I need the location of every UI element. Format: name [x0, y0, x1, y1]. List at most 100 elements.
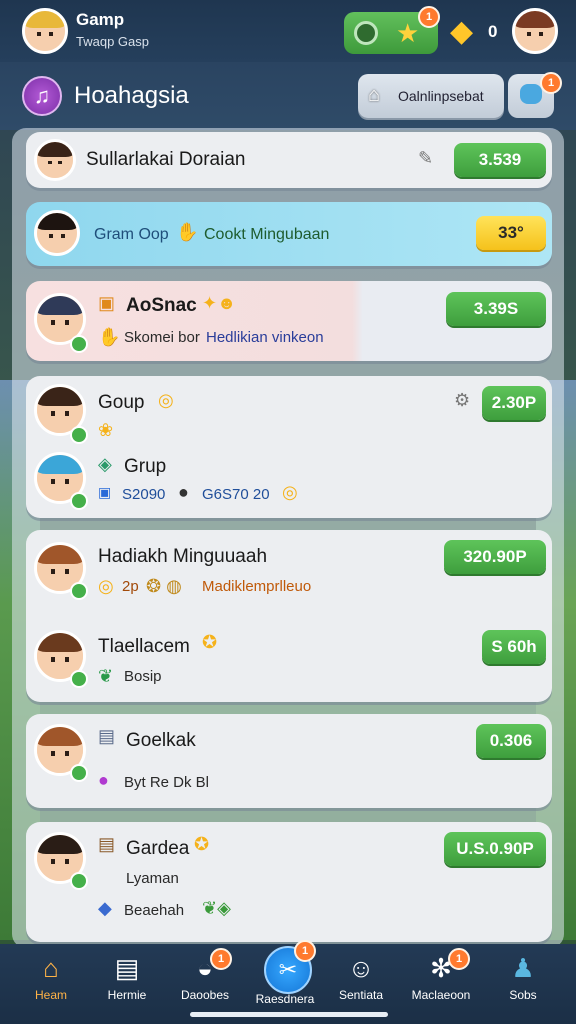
price-value: 0.306 — [489, 731, 533, 750]
settings-icon: ⚙ — [454, 390, 471, 410]
nav-label: Maclaeoon — [411, 988, 471, 1002]
ticket-icon: ◈ — [98, 454, 112, 474]
price-value: 3.39S — [473, 299, 519, 318]
verified-icon — [70, 426, 88, 444]
house-icon: ⌂ — [368, 84, 381, 106]
nav-badge: 1 — [448, 948, 470, 970]
price-value: S 60h — [491, 637, 537, 656]
chart-icon: ▣ — [98, 484, 112, 500]
sparkle-icon: ✦☻ — [202, 293, 237, 313]
list-item-group[interactable]: Goup ◎ ❀ ⚙ 2.30P ◈ Grup ▣ S2090 ● G6S70 … — [26, 376, 552, 518]
price-value: 2.30P — [491, 393, 537, 412]
tools-icon: ✂ — [278, 957, 298, 982]
member-avatar — [34, 210, 80, 256]
price-button[interactable]: 2.30P — [482, 386, 546, 420]
rewards-badge: 1 — [418, 6, 440, 28]
member-status-extra: Beaehah — [124, 902, 185, 919]
price-value: 33° — [498, 223, 524, 242]
nav-item-profile[interactable]: ♟ Sobs — [488, 952, 558, 1002]
price-button[interactable]: S 60h — [482, 630, 546, 664]
cash-icon: ❦ — [98, 666, 114, 686]
plant-icon: ❦◈ — [202, 898, 231, 918]
member-status: Lyaman — [126, 870, 179, 887]
group-action-label: Oalnlinpsebat — [398, 88, 484, 104]
hand-icon: ✋ — [176, 222, 199, 242]
coin-icon: ◎ — [98, 576, 114, 596]
nav-label: Sobs — [509, 988, 537, 1002]
price-button[interactable]: 3.539 — [454, 143, 546, 177]
price-button[interactable]: 320.90P — [444, 540, 546, 574]
tag-icon: ✎ — [418, 148, 434, 168]
member-name: Hadiakh Minguuaah — [98, 546, 268, 567]
list-item[interactable]: ▤ Gardea ✪ Lyaman ◆ Beaehah ❦◈ U.S.0.90P — [26, 822, 552, 942]
member-status-extra: G6S70 20 — [202, 486, 270, 503]
list-item[interactable]: ▣ AoSnac ✦☻ ✋ Skomei bor Hedlikian vinke… — [26, 281, 552, 361]
home-icon: ⌂ — [43, 953, 59, 983]
nav-item-store[interactable]: ▤ Hermie — [92, 952, 162, 1002]
member-name: Gardea — [126, 838, 190, 859]
price-value: 3.539 — [478, 150, 522, 169]
price-value: 320.90P — [463, 547, 527, 566]
price-button[interactable]: U.S.0.90P — [444, 832, 546, 866]
person-icon: ☺ — [347, 953, 375, 983]
member-status: 2p — [122, 578, 139, 595]
nav-item-home[interactable]: ⌂ Heam — [16, 952, 86, 1002]
member-name-2: Tlaellacem — [98, 636, 190, 657]
user-subtitle: Twaqp Gasp — [76, 34, 149, 49]
member-name: Goup — [98, 392, 145, 413]
verified-icon — [70, 492, 88, 510]
music-icon[interactable]: ♫ — [22, 76, 62, 116]
member-status: S2090 — [122, 486, 166, 503]
heart-icon: ● — [98, 770, 109, 790]
coin-icon: ◎ — [282, 482, 298, 502]
user-name: Gamp — [76, 10, 125, 29]
gem-icon: ◆ — [450, 15, 474, 48]
price-button[interactable]: 0.306 — [476, 724, 546, 758]
bread-icon: ❂ ◍ — [146, 576, 182, 596]
list-item[interactable]: ▤ Goelkak ● Byt Re Dk Bl 0.306 — [26, 714, 552, 808]
verified-icon — [70, 582, 88, 600]
nav-label: Heam — [34, 988, 67, 1002]
chat-badge: 1 — [540, 72, 562, 94]
verified-icon — [70, 335, 88, 353]
coin-icon: ◎ — [158, 390, 174, 410]
list-item-group[interactable]: Hadiakh Minguuaah ◎ 2p ❂ ◍ Madiklemprlle… — [26, 530, 552, 702]
box-icon: ▤ — [98, 834, 116, 854]
verified-icon — [70, 764, 88, 782]
member-status: Bosip — [124, 668, 162, 685]
gift-icon: ❀ — [98, 420, 114, 440]
nav-label: Sentiata — [338, 988, 384, 1002]
price-button[interactable]: 3.39S — [446, 292, 546, 326]
box-icon: ▣ — [98, 293, 116, 313]
member-name-2: Grup — [124, 456, 167, 477]
verified-icon — [70, 670, 88, 688]
member-name: AoSnac — [126, 295, 197, 316]
group-action-button[interactable]: ⌂ Oalnlinpsebat — [358, 74, 504, 118]
coin-icon: ✪ — [202, 632, 218, 652]
nav-label: Hermie — [107, 988, 147, 1002]
member-name: Goelkak — [126, 730, 196, 751]
member-status: Skomei bor — [124, 329, 200, 346]
coin-icon: ✪ — [194, 834, 210, 854]
hand-icon: ✋ — [98, 327, 121, 347]
list-item[interactable]: Sullarlakai Doraian ✎ 3.539 — [26, 132, 552, 188]
user-avatar[interactable] — [22, 8, 68, 54]
home-indicator[interactable] — [190, 1012, 388, 1017]
profile-icon: ♟ — [511, 953, 535, 983]
nav-badge: 1 — [210, 948, 232, 970]
nav-item-tools[interactable]: Raesdnera — [250, 988, 320, 1006]
price-button[interactable]: 33° — [476, 216, 546, 250]
member-status-extra: Hedlikian vinkeon — [206, 329, 324, 346]
list-item-highlighted[interactable]: Gram Oop ✋ Cookt Mingubaan 33° — [26, 202, 552, 266]
coin-count: 0 — [488, 22, 498, 41]
member-avatar — [34, 139, 76, 181]
chat-icon — [520, 84, 542, 104]
timer-icon — [354, 21, 378, 45]
profile-avatar[interactable] — [512, 8, 558, 54]
book-icon: ◆ — [98, 898, 112, 918]
avatar-mini-icon: ● — [178, 482, 189, 502]
price-value: U.S.0.90P — [456, 839, 534, 858]
nav-item-person[interactable]: ☺ Sentiata — [326, 952, 396, 1002]
box-icon: ▤ — [98, 726, 116, 746]
member-status: Byt Re Dk Bl — [124, 774, 210, 791]
